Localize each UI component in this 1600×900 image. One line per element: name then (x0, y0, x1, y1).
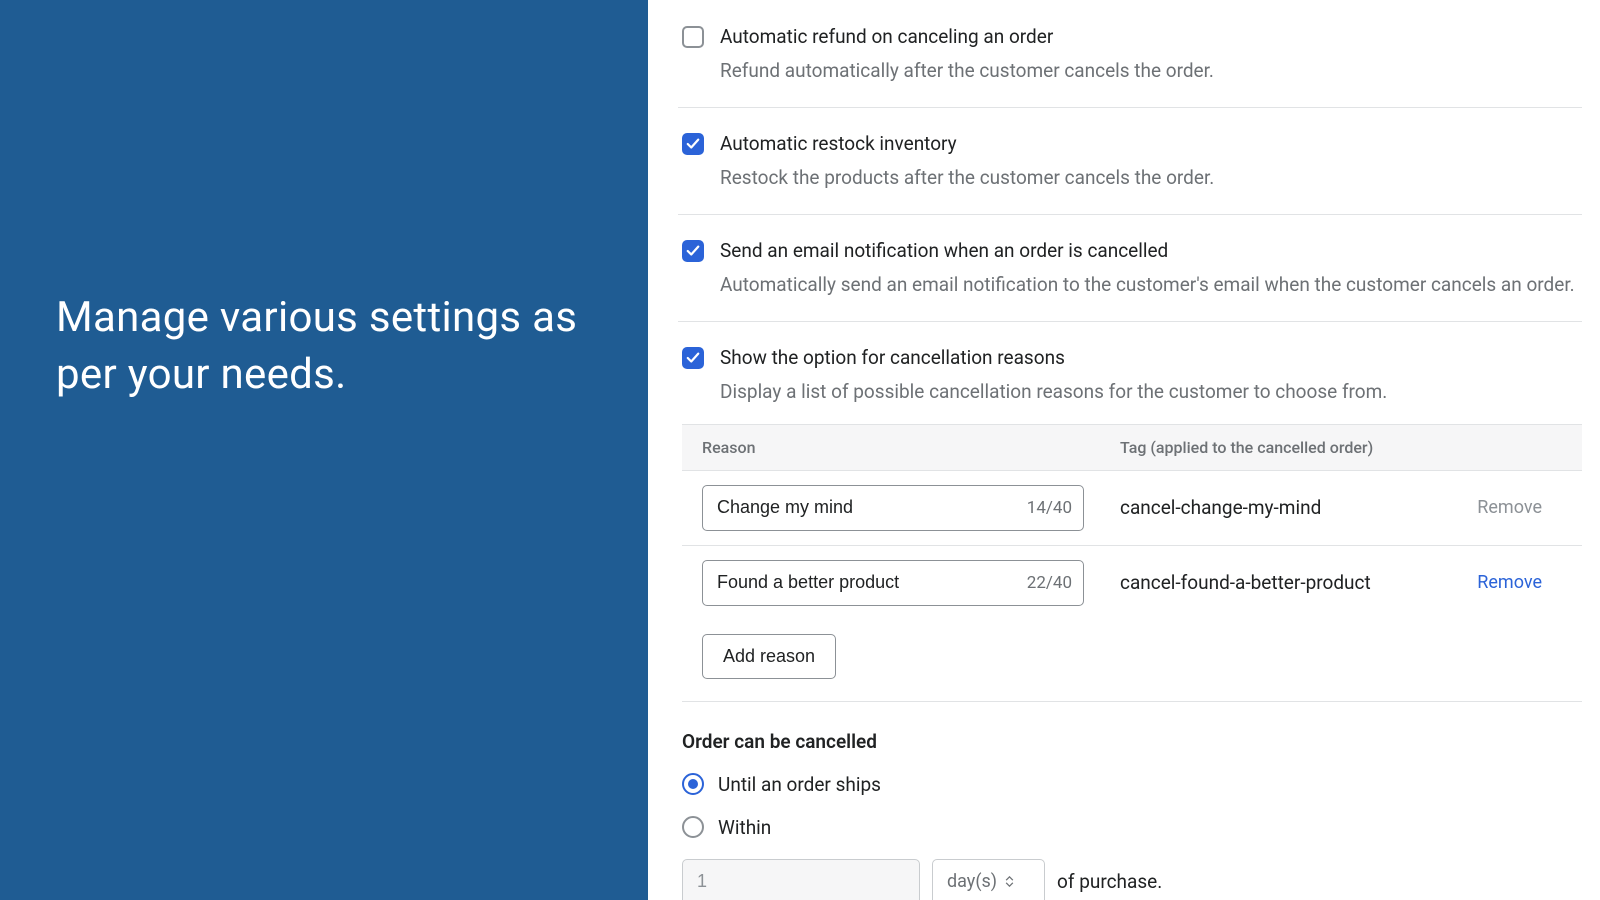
remove-reason-link[interactable]: Remove (1477, 497, 1562, 518)
add-reason-button[interactable]: Add reason (702, 634, 836, 679)
check-icon (686, 137, 700, 151)
label-auto-refund: Automatic refund on canceling an order (720, 24, 1582, 51)
char-count: 22/40 (1027, 573, 1072, 593)
checkbox-email-notify[interactable] (682, 240, 704, 262)
reason-row: 14/40 cancel-change-my-mind Remove (682, 471, 1582, 546)
radio-within-row: Within (682, 816, 1582, 839)
checkbox-auto-restock[interactable] (682, 133, 704, 155)
setting-email-notify: Send an email notification when an order… (678, 215, 1582, 322)
within-controls: day(s) of purchase. (682, 859, 1582, 900)
radio-until-ships[interactable] (682, 773, 704, 795)
within-unit-label: day(s) (947, 871, 997, 892)
reason-tag: cancel-change-my-mind (1120, 496, 1477, 519)
cancel-window-title: Order can be cancelled (682, 730, 1582, 753)
within-unit-select[interactable]: day(s) (932, 859, 1045, 900)
desc-auto-restock: Restock the products after the customer … (720, 164, 1582, 192)
reasons-header: Reason Tag (applied to the cancelled ord… (682, 424, 1582, 471)
radio-within[interactable] (682, 816, 704, 838)
reason-tag: cancel-found-a-better-product (1120, 571, 1477, 594)
check-icon (686, 351, 700, 365)
char-count: 14/40 (1027, 498, 1072, 518)
label-show-reasons: Show the option for cancellation reasons (720, 345, 1582, 372)
remove-reason-link[interactable]: Remove (1477, 572, 1562, 593)
check-icon (686, 244, 700, 258)
divider (682, 701, 1582, 702)
within-number-input[interactable] (682, 859, 920, 900)
settings-panel: Automatic refund on canceling an order R… (648, 0, 1600, 900)
header-tag: Tag (applied to the cancelled order) (1120, 438, 1562, 457)
desc-show-reasons: Display a list of possible cancellation … (720, 378, 1582, 406)
setting-show-reasons: Show the option for cancellation reasons… (678, 322, 1582, 423)
promo-sidebar: Manage various settings as per your need… (0, 0, 648, 900)
desc-auto-refund: Refund automatically after the customer … (720, 57, 1582, 85)
reason-row: 22/40 cancel-found-a-better-product Remo… (682, 546, 1582, 620)
setting-auto-restock: Automatic restock inventory Restock the … (678, 108, 1582, 215)
radio-until-ships-row: Until an order ships (682, 773, 1582, 796)
header-reason: Reason (702, 438, 1120, 457)
reasons-table: Reason Tag (applied to the cancelled ord… (682, 424, 1582, 679)
radio-within-label: Within (718, 816, 771, 839)
select-spinner-icon (1005, 876, 1014, 887)
checkbox-show-reasons[interactable] (682, 347, 704, 369)
label-email-notify: Send an email notification when an order… (720, 238, 1582, 265)
desc-email-notify: Automatically send an email notification… (720, 271, 1582, 299)
setting-auto-refund: Automatic refund on canceling an order R… (678, 10, 1582, 108)
checkbox-auto-refund[interactable] (682, 26, 704, 48)
radio-until-ships-label: Until an order ships (718, 773, 881, 796)
within-suffix: of purchase. (1057, 870, 1162, 893)
sidebar-heading: Manage various settings as per your need… (56, 290, 592, 403)
label-auto-restock: Automatic restock inventory (720, 131, 1582, 158)
